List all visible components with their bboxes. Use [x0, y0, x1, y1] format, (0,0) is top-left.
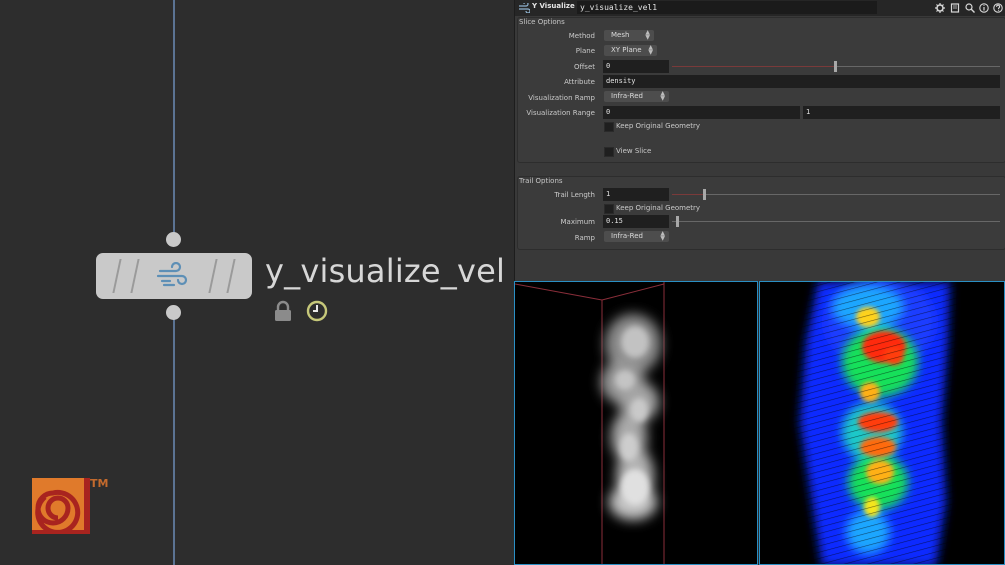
- node-stripe: [112, 259, 122, 293]
- info-icon[interactable]: [979, 3, 989, 13]
- plane-value: XY Plane: [611, 46, 642, 54]
- maximum-label: Maximum: [560, 218, 596, 226]
- visualization-ramp-menu[interactable]: Infra-Red ▲ ▼: [604, 91, 669, 102]
- visualization-range-max-field[interactable]: 1: [803, 106, 1000, 119]
- visualization-range-min-field[interactable]: 0: [603, 106, 800, 119]
- parameter-title-bar: Y Visualize Vel y_visualize_vel1: [515, 0, 1005, 16]
- bbox-guide: [601, 283, 665, 301]
- view-slice-label: View Slice: [616, 147, 652, 155]
- visualization-ramp-label: Visualization Ramp: [528, 94, 595, 102]
- view-slice-checkbox[interactable]: [604, 147, 614, 157]
- offset-label: Offset: [573, 63, 595, 71]
- trail-keep-original-geometry-checkbox[interactable]: [604, 204, 614, 214]
- ramp-label: Ramp: [574, 234, 595, 242]
- viewport-velocity[interactable]: [759, 281, 1005, 565]
- chevron-updown-icon: ▲ ▼: [660, 230, 665, 242]
- keep-original-geometry-label: Keep Original Geometry: [616, 122, 701, 130]
- attribute-field[interactable]: density: [603, 75, 1000, 88]
- density-smoke-render: [515, 282, 665, 564]
- parameter-panel: Y Visualize Vel y_visualize_vel1 Slice O…: [514, 0, 1005, 281]
- offset-slider-track: [672, 66, 835, 67]
- slice-options-label: Slice Options: [519, 18, 565, 26]
- ramp-menu[interactable]: Infra-Red ▲ ▼: [604, 231, 669, 242]
- offset-slider-knob[interactable]: [834, 61, 837, 72]
- node-name-field[interactable]: y_visualize_vel1: [577, 1, 877, 14]
- trail-length-field[interactable]: 1: [603, 188, 669, 201]
- velocity-streaks: [790, 282, 980, 564]
- node-stripe: [226, 259, 236, 293]
- trail-length-label: Trail Length: [554, 191, 595, 199]
- maximum-slider-knob[interactable]: [676, 216, 679, 227]
- wind-icon: [519, 3, 530, 13]
- method-label: Method: [568, 32, 595, 40]
- node-stripe: [130, 259, 140, 293]
- method-value: Mesh: [611, 31, 630, 39]
- chevron-updown-icon: ▲ ▼: [660, 90, 665, 102]
- velocity-trails-render: [790, 282, 980, 564]
- node-name-label: y_visualize_vel: [265, 252, 506, 290]
- viewport-density[interactable]: [514, 281, 758, 565]
- input-connector[interactable]: [166, 232, 181, 247]
- input-wire[interactable]: [173, 0, 175, 238]
- visualization-ramp-value: Infra-Red: [611, 92, 643, 100]
- trail-options-label: Trail Options: [519, 177, 563, 185]
- gear-icon[interactable]: [935, 3, 945, 13]
- attribute-label: Attribute: [564, 78, 595, 86]
- network-view[interactable]: y_visualize_vel TM: [0, 0, 514, 565]
- plane-menu[interactable]: XY Plane ▲ ▼: [604, 45, 657, 56]
- maximum-field[interactable]: 0.15: [603, 215, 669, 228]
- method-menu[interactable]: Mesh ▲ ▼: [604, 30, 654, 41]
- chevron-updown-icon: ▲ ▼: [648, 44, 653, 56]
- chevron-updown-icon: ▲ ▼: [645, 29, 650, 41]
- plane-label: Plane: [575, 47, 595, 55]
- visualization-range-label: Visualization Range: [526, 109, 595, 117]
- question-icon[interactable]: [993, 3, 1003, 13]
- houdini-logo: [32, 478, 90, 534]
- trail-length-slider-knob[interactable]: [703, 189, 706, 200]
- trail-length-slider-track: [672, 194, 704, 195]
- ramp-value: Infra-Red: [611, 232, 643, 240]
- wind-icon: [156, 262, 188, 287]
- help-book-icon[interactable]: [950, 3, 960, 13]
- zoom-icon[interactable]: [965, 3, 975, 13]
- maximum-slider-rest: [672, 221, 1000, 222]
- clock-icon[interactable]: [306, 300, 328, 322]
- node-y-visualize-vel[interactable]: [96, 253, 252, 299]
- keep-original-geometry-checkbox[interactable]: [604, 122, 614, 132]
- trail-keep-original-geometry-label: Keep Original Geometry: [616, 204, 701, 212]
- lock-icon[interactable]: [272, 300, 294, 322]
- trademark-label: TM: [90, 477, 109, 490]
- offset-field[interactable]: 0: [603, 60, 669, 73]
- bbox-guide: [515, 283, 603, 301]
- offset-slider-rest: [835, 66, 1000, 67]
- node-stripe: [208, 259, 218, 293]
- output-wire[interactable]: [173, 317, 175, 565]
- output-connector[interactable]: [166, 305, 181, 320]
- trail-length-slider-rest: [704, 194, 1000, 195]
